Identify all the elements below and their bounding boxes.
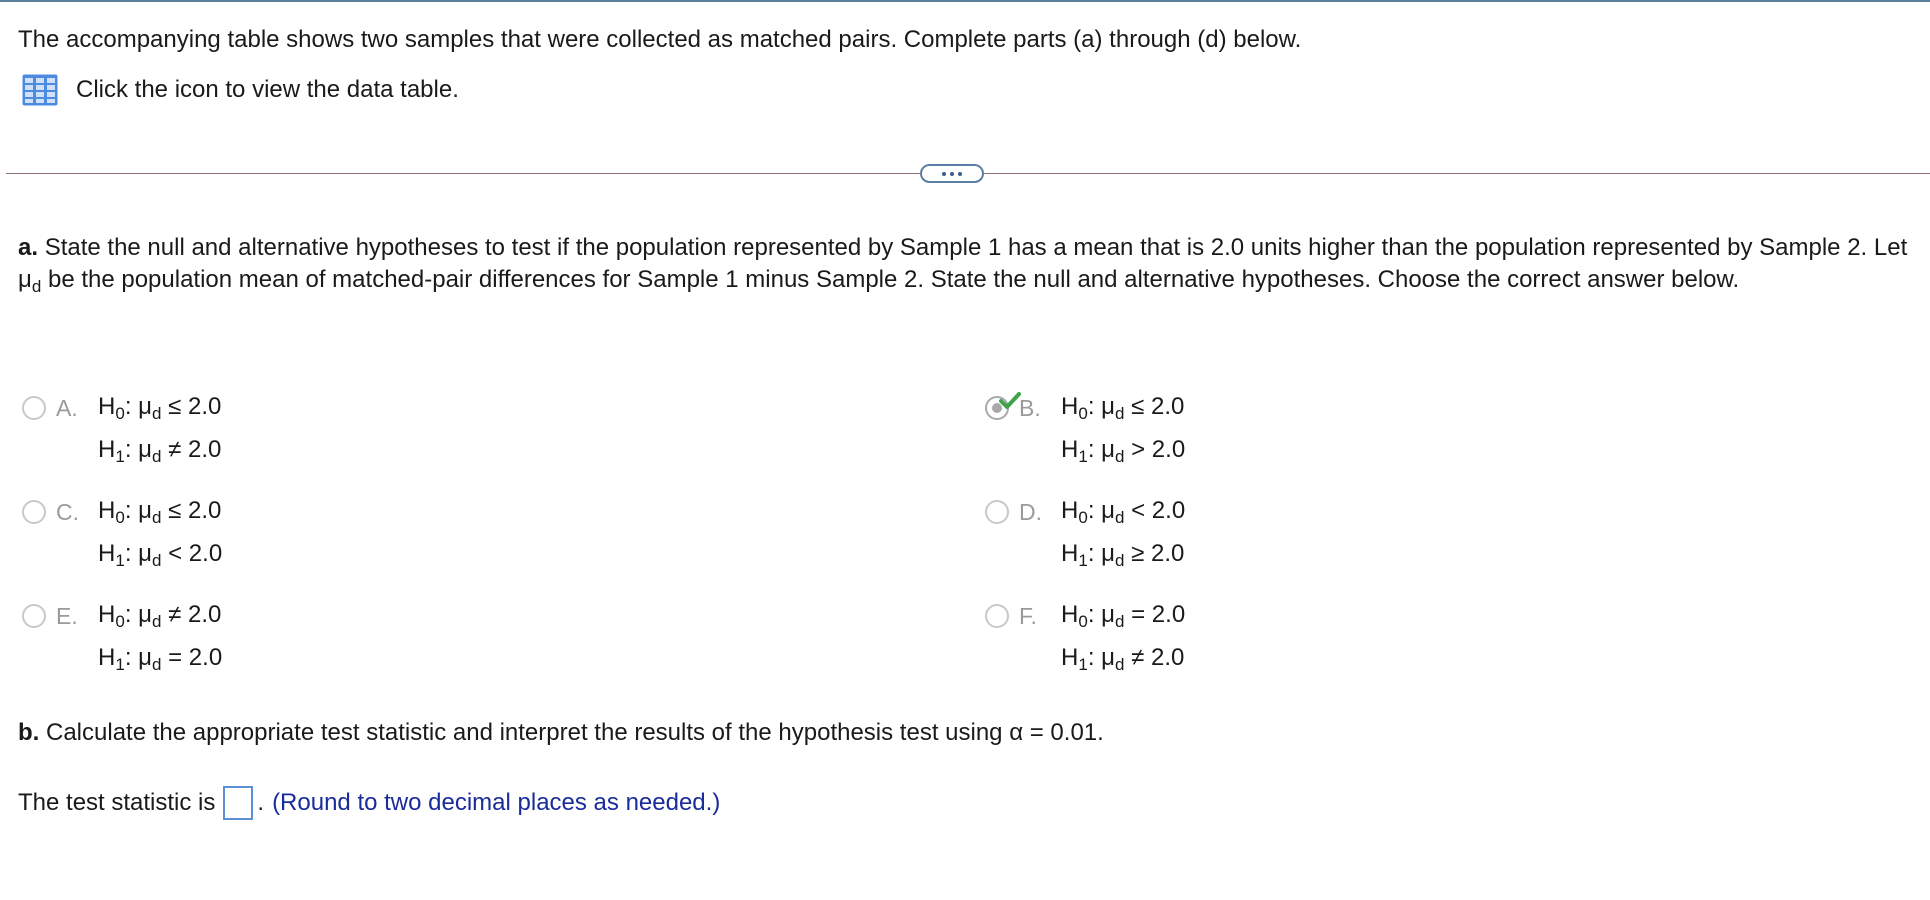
part-b-question: b. Calculate the appropriate test statis… bbox=[18, 719, 1104, 747]
view-data-table-label[interactable]: Click the icon to view the data table. bbox=[76, 76, 459, 104]
option-f[interactable]: F. H0: μd = 2.0 H1: μd ≠ 2.0 bbox=[985, 601, 1185, 679]
view-data-table-link[interactable]: Click the icon to view the data table. bbox=[22, 74, 459, 106]
option-f-hypotheses: H0: μd = 2.0 H1: μd ≠ 2.0 bbox=[1061, 593, 1185, 679]
dot-icon bbox=[942, 171, 946, 176]
part-a-text-2: be the population mean of matched-pair d… bbox=[41, 266, 1740, 293]
dot-icon bbox=[950, 171, 954, 176]
option-c-hypotheses: H0: μd ≤ 2.0 H1: μd < 2.0 bbox=[98, 489, 222, 575]
option-f-h1: H1: μd ≠ 2.0 bbox=[1061, 644, 1185, 674]
option-a-h0: H0: μd ≤ 2.0 bbox=[98, 393, 222, 423]
option-d-radio[interactable] bbox=[985, 500, 1009, 524]
dot-icon bbox=[958, 171, 962, 176]
option-e[interactable]: E. H0: μd ≠ 2.0 H1: μd = 2.0 bbox=[22, 601, 222, 679]
part-a-label: a. bbox=[18, 234, 39, 261]
option-f-h0: H0: μd = 2.0 bbox=[1061, 601, 1186, 631]
option-e-h1: H1: μd = 2.0 bbox=[98, 644, 223, 674]
option-e-radio[interactable] bbox=[22, 604, 46, 628]
option-c-letter: C. bbox=[56, 499, 79, 525]
option-f-radio[interactable] bbox=[985, 604, 1009, 628]
option-f-letter: F. bbox=[1019, 603, 1037, 629]
option-a-h1: H1: μd ≠ 2.0 bbox=[98, 436, 222, 466]
option-b-hypotheses: H0: μd ≤ 2.0 H1: μd > 2.0 bbox=[1061, 385, 1185, 471]
expand-more-button[interactable] bbox=[920, 164, 984, 183]
option-d-h1: H1: μd ≥ 2.0 bbox=[1061, 540, 1185, 570]
part-b-text: Calculate the appropriate test statistic… bbox=[46, 719, 1104, 746]
test-statistic-input[interactable] bbox=[223, 786, 254, 820]
question-intro: The accompanying table shows two samples… bbox=[18, 26, 1302, 53]
top-border bbox=[0, 0, 1930, 2]
option-c[interactable]: C. H0: μd ≤ 2.0 H1: μd < 2.0 bbox=[22, 497, 222, 575]
option-a[interactable]: A. H0: μd ≤ 2.0 H1: μd ≠ 2.0 bbox=[22, 393, 221, 471]
rounding-hint: (Round to two decimal places as needed.) bbox=[272, 789, 721, 816]
option-a-radio[interactable] bbox=[22, 396, 46, 420]
option-c-h0: H0: μd ≤ 2.0 bbox=[98, 497, 222, 527]
test-statistic-label: The test statistic is bbox=[18, 789, 216, 816]
part-b-label: b. bbox=[18, 719, 40, 746]
option-c-radio[interactable] bbox=[22, 500, 46, 524]
option-c-h1: H1: μd < 2.0 bbox=[98, 540, 223, 570]
option-e-letter: E. bbox=[56, 603, 78, 629]
correct-check-icon bbox=[999, 392, 1021, 409]
option-b[interactable]: B. H0: μd ≤ 2.0 H1: μd > 2.0 bbox=[985, 392, 1185, 471]
test-statistic-period: . bbox=[257, 789, 265, 816]
option-b-h0: H0: μd ≤ 2.0 bbox=[1061, 393, 1185, 423]
option-d[interactable]: D. H0: μd < 2.0 H1: μd ≥ 2.0 bbox=[985, 497, 1185, 575]
option-b-h1: H1: μd > 2.0 bbox=[1061, 436, 1186, 466]
option-e-h0: H0: μd ≠ 2.0 bbox=[98, 601, 222, 631]
option-a-hypotheses: H0: μd ≤ 2.0 H1: μd ≠ 2.0 bbox=[98, 385, 221, 471]
option-d-letter: D. bbox=[1019, 499, 1042, 525]
part-a-question: a. State the null and alternative hypoth… bbox=[18, 232, 1918, 296]
data-table-icon[interactable] bbox=[22, 74, 58, 106]
option-a-letter: A. bbox=[56, 395, 78, 421]
option-d-h0: H0: μd < 2.0 bbox=[1061, 497, 1186, 527]
option-e-hypotheses: H0: μd ≠ 2.0 H1: μd = 2.0 bbox=[98, 593, 222, 679]
option-b-radio[interactable] bbox=[985, 392, 1021, 420]
test-statistic-row: The test statistic is . (Round to two de… bbox=[18, 786, 720, 820]
option-d-hypotheses: H0: μd < 2.0 H1: μd ≥ 2.0 bbox=[1061, 489, 1185, 575]
part-a-subscript: d bbox=[31, 277, 42, 296]
option-b-letter: B. bbox=[1019, 395, 1041, 421]
